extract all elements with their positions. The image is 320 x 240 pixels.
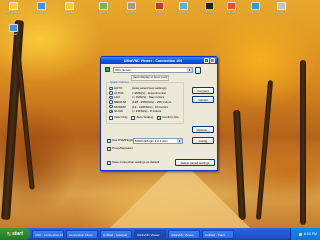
taskbar-item[interactable]: UltraVNC Viewer	[168, 229, 200, 239]
encoding-list: AUTO (Auto select best settings) ULTRA (…	[109, 86, 171, 114]
encoding-option[interactable]: SLOW (< 19Kbit/s) - 8 Colors	[109, 109, 171, 114]
taskbar: start VNC - Connection 104 Connection In…	[0, 228, 320, 240]
desktop-icon[interactable]: Network	[92, 2, 114, 14]
taskbar-item[interactable]: UltraVNC Viewer	[134, 229, 166, 239]
system-tray: 6:00 PM	[290, 228, 320, 240]
delete-settings-button[interactable]: Delete saved settings	[175, 159, 215, 166]
computer-icon	[178, 2, 188, 10]
desktop-icon[interactable]: Internet	[244, 2, 266, 14]
help-button[interactable]: ?	[204, 58, 209, 63]
app-icon	[8, 24, 18, 32]
radio-medium[interactable]	[109, 100, 113, 104]
config-button[interactable]: Config	[192, 137, 214, 144]
vnc-logo-icon	[105, 67, 110, 72]
encoding-option[interactable]: AUTO (Auto select best settings)	[109, 86, 171, 91]
group-title: Quick Options	[109, 80, 130, 85]
connect-button[interactable]: Connect	[192, 87, 214, 94]
server-combobox[interactable]: VNC Server ▾	[113, 67, 193, 73]
desktop-icon[interactable]: Calendar	[220, 2, 242, 14]
folder-icon	[64, 2, 74, 10]
radio-modem[interactable]	[109, 104, 113, 109]
desktop-icon[interactable]: Viewer	[2, 24, 24, 36]
desktop-icon[interactable]: Shortcut	[30, 2, 52, 14]
vnc-connection-dialog: UltraVNC Viewer - Connection 104 ? × VNC…	[100, 56, 218, 171]
server-options-button[interactable]: …	[195, 66, 201, 74]
encoding-option[interactable]: MEDIUM (128 - 256Kbit/s) - 256 Colors	[109, 100, 171, 105]
server-row	[105, 67, 111, 72]
radio-lan[interactable]	[109, 95, 113, 100]
calendar-icon	[226, 2, 236, 10]
tree-trunk	[233, 109, 246, 221]
desktop-icon[interactable]: Console	[198, 2, 220, 14]
tree-trunk	[300, 60, 306, 225]
encoding-option[interactable]: LAN (> 1Mbit/s) - Max Colors	[109, 95, 171, 100]
folder-icon	[8, 2, 18, 10]
tree-trunk	[255, 80, 274, 220]
confirm-file-checkbox[interactable]	[157, 116, 161, 120]
radio-slow[interactable]	[109, 109, 113, 114]
radio-ultra[interactable]	[109, 91, 113, 95]
options-button[interactable]: Options...	[192, 126, 214, 133]
taskbar-item[interactable]: Untitled - Notepad	[100, 229, 132, 239]
desktop-icon[interactable]: Computer	[172, 2, 194, 14]
desktop-icon[interactable]: Recycle Bin	[270, 2, 292, 14]
radio-auto[interactable]	[109, 86, 113, 91]
save-settings-row: Save connection settings as default	[107, 160, 159, 165]
taskbar-item[interactable]: Connection Inbox	[66, 229, 98, 239]
desktop-icon[interactable]: Settings	[120, 2, 142, 14]
windows-logo-icon	[7, 232, 12, 236]
desktop-icon[interactable]: Tools	[148, 2, 170, 14]
tree-trunk	[1, 19, 24, 221]
tool-icon	[154, 2, 164, 10]
auto-scaling-checkbox[interactable]	[131, 116, 135, 120]
terminal-icon	[204, 2, 214, 10]
display-hint-row: [host:display or host::port]	[131, 75, 170, 81]
close-button[interactable]: ×	[210, 58, 215, 63]
desktop-icon[interactable]: Files	[58, 2, 80, 14]
title-bar[interactable]: UltraVNC Viewer - Connection 104 ? ×	[101, 57, 217, 64]
dsm-plugin-combobox[interactable]: MSRC4Plugin 1.2.4.dsm ▾	[133, 138, 183, 144]
encoding-option[interactable]: ULTRA (>2Mbit/s) - Experimental	[109, 91, 171, 96]
app-icon	[36, 2, 46, 10]
forest-path	[110, 170, 250, 228]
taskbar-item[interactable]: Untitled - Paint	[202, 229, 234, 239]
dsm-plugin-row: Use DSMPlugin	[107, 138, 133, 143]
proxy-row: Proxy/Repeater	[107, 146, 133, 151]
chevron-down-icon[interactable]: ▾	[187, 68, 192, 72]
globe-icon	[250, 2, 260, 10]
gear-icon	[126, 2, 136, 10]
encoding-option[interactable]: MODEM (19 - 128Kbit/s) - 64 Colors	[109, 104, 171, 109]
tray-icon[interactable]	[298, 232, 302, 236]
view-options-row: View Only Auto Scaling Confirm File	[109, 115, 178, 120]
network-icon	[98, 2, 108, 10]
display-hint: [host:display or host::port]	[131, 75, 170, 81]
proxy-checkbox[interactable]	[107, 147, 111, 151]
clock[interactable]: 6:00 PM	[304, 232, 317, 236]
save-default-checkbox[interactable]	[107, 161, 111, 165]
chevron-down-icon[interactable]: ▾	[177, 139, 182, 143]
start-button[interactable]: start	[0, 228, 30, 240]
view-only-checkbox[interactable]	[109, 116, 113, 120]
cancel-button[interactable]: Cancel	[192, 96, 214, 103]
taskbar-item[interactable]: VNC - Connection 104	[32, 229, 64, 239]
window-title: UltraVNC Viewer - Connection 104	[123, 58, 183, 63]
trash-icon	[276, 2, 286, 10]
dsm-plugin-checkbox[interactable]	[107, 139, 111, 143]
desktop-icon[interactable]: Documents	[2, 2, 24, 14]
quick-options-group: Quick Options AUTO (Auto select best set…	[106, 80, 184, 124]
